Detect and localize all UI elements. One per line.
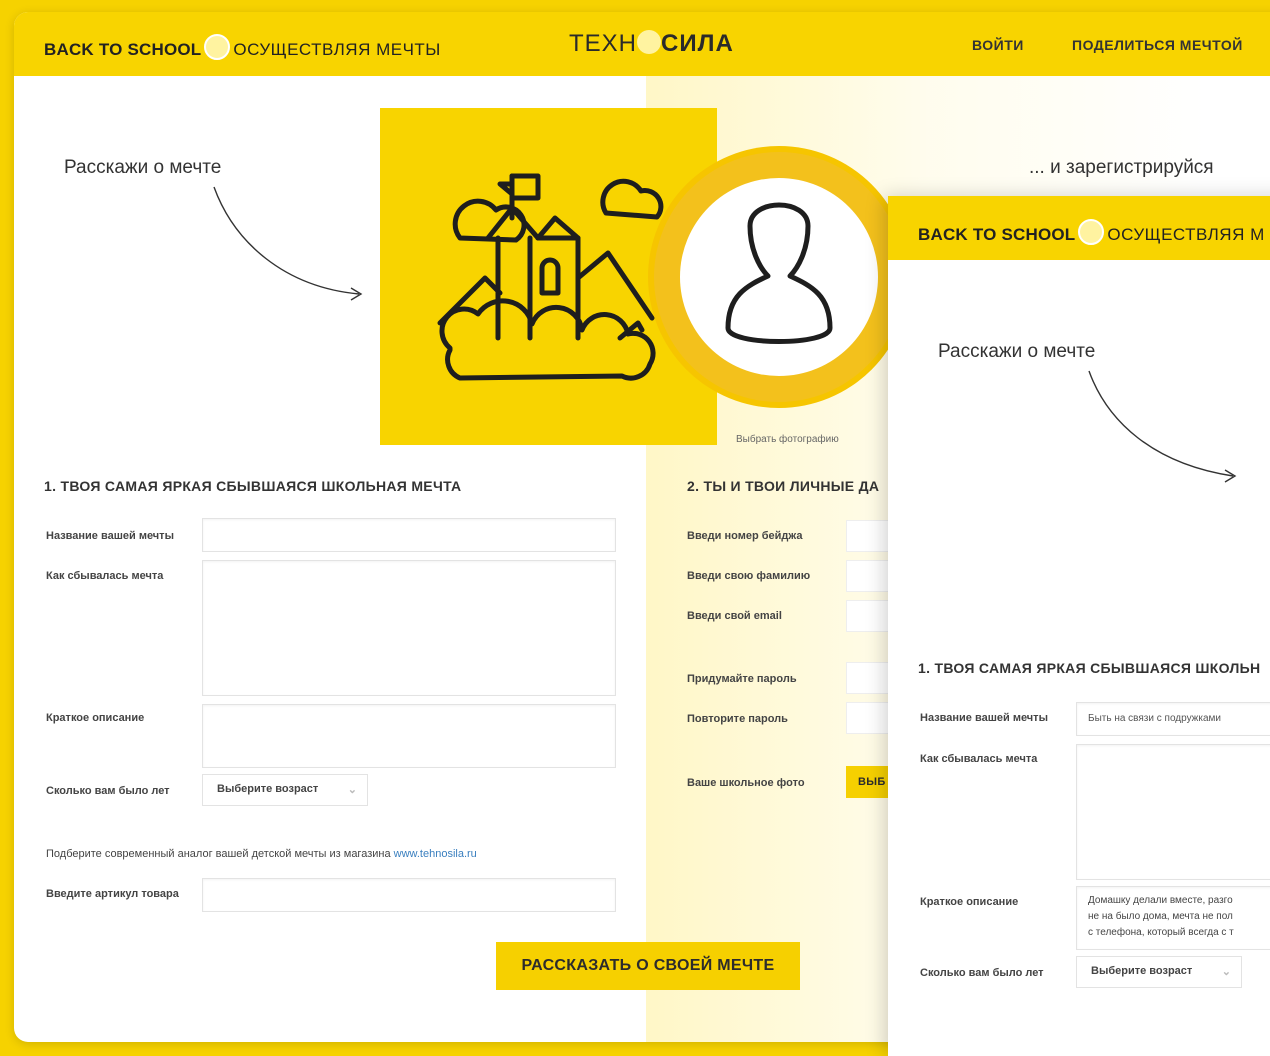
age-select-value: Выберите возраст (217, 783, 319, 795)
short-desc-textarea[interactable] (202, 704, 616, 768)
label-age-2: Сколько вам было лет (920, 967, 1044, 979)
brand-bold: BACK TO SCHOOL (44, 40, 202, 59)
label-short-desc: Краткое описание (46, 712, 145, 724)
label-password: Придумайте пароль (687, 673, 797, 685)
nav-share-link[interactable]: ПОДЕЛИТЬСЯ МЕЧТОЙ (1072, 37, 1243, 53)
label-school-photo: Ваше школьное фото (687, 777, 805, 789)
logo-circle-icon (637, 30, 662, 54)
section-title-dream: 1. ТВОЯ САМАЯ ЯРКАЯ СБЫВШАЯСЯ ШКОЛЬНАЯ М… (44, 478, 462, 494)
logo-left: ТЕХН (569, 30, 638, 57)
hint-body: Подберите современный аналог вашей детск… (46, 848, 391, 860)
header-bar: BACK TO SCHOOL ОСУЩЕСТВЛЯЯ МЕЧТЫ ТЕХН СИЛА… (14, 12, 1270, 76)
caption-tell-dream-2: Расскажи о мечте (938, 341, 1096, 362)
how-textarea[interactable] (202, 560, 616, 696)
label-sku: Введите артикул товара (46, 888, 179, 900)
short-desc-line-1: Домашку делали вместе, разго (1088, 895, 1233, 906)
logo-right: СИЛА (661, 30, 734, 57)
brand-sub-2: ОСУЩЕСТВЛЯЯ М (1107, 225, 1265, 244)
avatar-upload[interactable] (654, 152, 904, 402)
caption-tell-dream: Расскажи о мечте (64, 157, 222, 178)
arrow-curve-icon-2 (1088, 370, 1237, 483)
brand-sub: ОСУЩЕСТВЛЯЯ МЕЧТЫ (233, 40, 441, 59)
short-desc-line-2: не на было дома, мечта не пол (1088, 911, 1233, 922)
dream-name-input[interactable] (202, 518, 616, 552)
age-select-value-2: Выберите возраст (1091, 965, 1193, 977)
label-how-2: Как сбывалась мечта (920, 753, 1038, 765)
brand[interactable]: BACK TO SCHOOL ОСУЩЕСТВЛЯЯ МЕЧТЫ (44, 34, 441, 60)
label-dream-name-2: Название вашей мечты (920, 712, 1048, 724)
label-short-desc-2: Краткое описание (920, 896, 1019, 908)
sku-input[interactable] (202, 878, 616, 912)
tehnosila-logo[interactable]: ТЕХН СИЛА (569, 30, 734, 58)
tehnosila-link[interactable]: www.tehnosila.ru (394, 848, 477, 860)
label-surname: Введи свою фамилию (687, 570, 811, 582)
arrow-curve-icon (213, 186, 363, 301)
label-how: Как сбывалась мечта (46, 570, 164, 582)
brand-2[interactable]: BACK TO SCHOOL ОСУЩЕСТВЛЯЯ М (918, 219, 1265, 245)
hint-text: Подберите современный аналог вашей детск… (46, 848, 477, 860)
chevron-down-icon: ⌄ (347, 784, 357, 796)
nav-login-link[interactable]: ВОЙТИ (972, 37, 1024, 53)
dream-name-value-2: Быть на связи с подружками (1088, 713, 1221, 724)
chevron-down-icon-2: ⌄ (1221, 966, 1231, 978)
photo-note[interactable]: Выбрать фотографию (736, 434, 839, 445)
brand-dot-icon-2 (1078, 219, 1105, 245)
submit-dream-button[interactable]: РАССКАЗАТЬ О СВОЕЙ МЕЧТЕ (496, 942, 800, 990)
how-textarea-2[interactable] (1076, 744, 1270, 880)
user-silhouette-icon (725, 202, 833, 344)
brand-bold-2: BACK TO SCHOOL (918, 225, 1076, 244)
label-password-repeat: Повторите пароль (687, 713, 788, 725)
avatar-placeholder (680, 178, 878, 376)
label-email: Введи свой email (687, 610, 782, 622)
age-select[interactable]: Выберите возраст ⌄ (202, 774, 368, 806)
header-bar-2: BACK TO SCHOOL ОСУЩЕСТВЛЯЯ М (888, 196, 1270, 260)
label-dream-name: Название вашей мечты (46, 530, 174, 542)
section-title-dream-2: 1. ТВОЯ САМАЯ ЯРКАЯ СБЫВШАЯСЯ ШКОЛЬН (918, 660, 1261, 676)
second-screen: BACK TO SCHOOL ОСУЩЕСТВЛЯЯ М Расскажи о м… (888, 196, 1270, 1056)
section-title-personal: 2. ТЫ И ТВОИ ЛИЧНЫЕ ДА (687, 478, 880, 494)
age-select-2[interactable]: Выберите возраст ⌄ (1076, 956, 1242, 988)
caption-register: ... и зарегистрируйся (1029, 157, 1214, 178)
short-desc-line-3: с телефона, который всегда с т (1088, 927, 1234, 938)
label-age: Сколько вам было лет (46, 785, 170, 797)
brand-dot-icon (204, 34, 231, 60)
label-badge: Введи номер бейджа (687, 530, 803, 542)
